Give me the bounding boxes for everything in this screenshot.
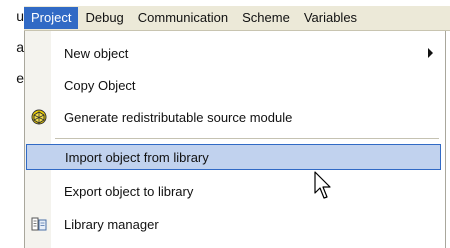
menu-item-label: Generate redistributable source module (64, 109, 293, 125)
menu-item-library-manager[interactable]: Library manager (26, 211, 441, 237)
background-text: u (16, 8, 24, 24)
library-manager-icon (31, 217, 47, 231)
background-window-fragment: u a e (0, 0, 26, 110)
menu-separator (55, 138, 439, 139)
menu-project[interactable]: Project (24, 7, 79, 29)
menu-item-generate-source-module[interactable]: Generate redistributable source module (26, 104, 441, 130)
menu-item-label: Import object from library (65, 149, 209, 165)
menu-communication[interactable]: Communication (131, 7, 235, 29)
menu-item-copy-object[interactable]: Copy Object (26, 72, 441, 98)
menu-item-export-object-to-library[interactable]: Export object to library (26, 178, 441, 204)
menu-item-label: Copy Object (64, 77, 136, 93)
submenu-arrow-icon (428, 48, 433, 58)
menu-variables[interactable]: Variables (297, 7, 364, 29)
background-text: a (16, 39, 24, 55)
menu-scheme[interactable]: Scheme (235, 7, 297, 29)
menu-item-import-object-from-library[interactable]: Import object from library (26, 144, 441, 170)
menu-item-label: New object (64, 45, 129, 61)
menu-debug[interactable]: Debug (78, 7, 130, 29)
project-dropdown-menu: New object Copy Object Generate redistri… (24, 31, 446, 248)
module-icon (31, 109, 47, 125)
background-text: e (16, 70, 24, 86)
menu-item-label: Library manager (64, 216, 159, 232)
menu-item-new-object[interactable]: New object (26, 40, 441, 66)
menu-item-label: Export object to library (64, 183, 194, 199)
mouse-cursor-icon (314, 171, 331, 199)
menu-bar: Project Debug Communication Scheme Varia… (24, 6, 450, 31)
